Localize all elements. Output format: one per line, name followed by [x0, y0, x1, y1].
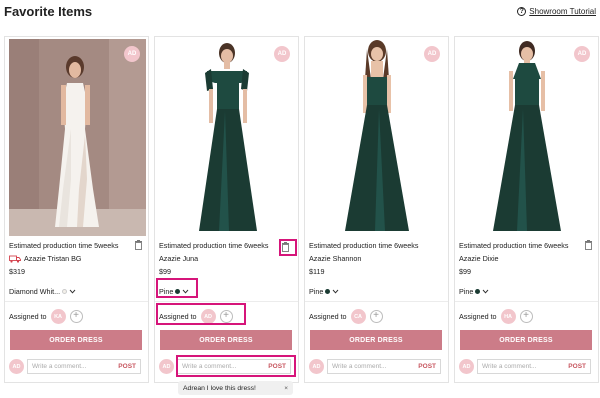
chevron-down-icon — [333, 289, 339, 294]
product-image[interactable]: AD — [459, 39, 596, 236]
ad-badge-icon: AD — [574, 46, 590, 62]
product-price: $119 — [309, 267, 325, 276]
ad-badge-icon: AD — [124, 46, 140, 62]
commenter-avatar: AD — [159, 359, 174, 374]
comment-placeholder: Write a comment... — [482, 363, 537, 370]
color-selector[interactable]: Pine — [459, 287, 489, 296]
comment-input-highlight — [176, 355, 296, 377]
product-name-text: Azazie Shannon — [309, 254, 362, 263]
help-icon: ? — [517, 7, 527, 16]
product-image[interactable]: AD — [159, 39, 296, 236]
divider — [305, 301, 448, 302]
post-button[interactable]: POST — [118, 363, 136, 370]
order-dress-button[interactable]: ORDER DRESS — [460, 330, 592, 350]
color-label: Diamond Whit... — [9, 287, 61, 296]
order-dress-button[interactable]: ORDER DRESS — [10, 330, 142, 350]
divider — [155, 301, 298, 302]
post-button[interactable]: POST — [418, 363, 436, 370]
production-time: Estimated production time 6weeks — [159, 241, 269, 250]
comment-input[interactable]: Write a comment... POST — [327, 359, 441, 374]
tutorial-label: Showroom Tutorial — [529, 7, 596, 16]
comment-placeholder: Write a comment... — [32, 363, 87, 370]
product-image[interactable]: AD — [9, 39, 146, 236]
commenter-avatar: AD — [309, 359, 324, 374]
product-name: Azazie Dixie — [459, 254, 499, 263]
assignee-avatar[interactable]: KA — [50, 309, 66, 324]
product-image[interactable]: AD — [309, 39, 446, 236]
comment-chip-text: Adrean I love this dress! — [183, 384, 256, 392]
trash-highlight — [279, 239, 297, 256]
comment-row: AD Write a comment... POST — [309, 359, 441, 374]
comment-row: AD Write a comment... POST — [9, 359, 141, 374]
commenter-avatar: AD — [9, 359, 24, 374]
assigned-to-highlight — [156, 303, 246, 325]
chevron-down-icon — [483, 289, 489, 294]
assignee-avatar[interactable]: CA — [350, 309, 366, 324]
delivery-truck-icon — [9, 255, 21, 263]
product-price: $319 — [9, 267, 25, 276]
comment-placeholder: Write a comment... — [332, 363, 387, 370]
product-price: $99 — [159, 267, 171, 276]
divider — [5, 301, 148, 302]
assigned-to-label: Assigned to — [459, 312, 497, 321]
order-dress-button[interactable]: ORDER DRESS — [160, 330, 292, 350]
assigned-to-row: Assigned to CA + — [309, 309, 383, 324]
comment-row: AD Write a comment... POST — [459, 359, 591, 374]
product-name-text: Azazie Tristan BG — [24, 254, 82, 263]
production-time: Estimated production time 6weeks — [459, 241, 569, 250]
order-dress-button[interactable]: ORDER DRESS — [310, 330, 442, 350]
color-selector[interactable]: Pine — [309, 287, 339, 296]
product-name-text: Azazie Dixie — [459, 254, 499, 263]
divider — [455, 301, 598, 302]
color-swatch — [475, 289, 481, 294]
color-swatch — [325, 289, 331, 294]
favorite-item-card: AD Estimated production time 6weeks Azaz… — [154, 36, 299, 383]
product-name: Azazie Shannon — [309, 254, 361, 263]
page-title: Favorite Items — [4, 4, 93, 19]
add-assignee-button[interactable]: + — [519, 310, 533, 323]
color-swatch — [62, 289, 68, 294]
showroom-tutorial-link[interactable]: ? Showroom Tutorial — [517, 7, 596, 16]
favorite-item-card: AD Estimated production time 6weeks Azaz… — [304, 36, 449, 383]
post-button[interactable]: POST — [568, 363, 586, 370]
add-assignee-button[interactable]: + — [369, 310, 383, 323]
production-time: Estimated production time 5weeks — [9, 241, 119, 250]
assigned-to-row: Assigned to KA + — [9, 309, 83, 324]
commenter-avatar: AD — [459, 359, 474, 374]
product-name: Azazie Tristan BG — [9, 254, 82, 263]
color-label: Pine — [309, 287, 324, 296]
product-name-text: Azazie Juna — [159, 254, 199, 263]
assignee-avatar[interactable]: HA — [500, 309, 516, 324]
favorite-item-card: AD Estimated production time 6weeks Azaz… — [454, 36, 599, 383]
chevron-down-icon — [69, 289, 76, 294]
product-price: $99 — [459, 267, 471, 276]
comment-input[interactable]: Write a comment... POST — [477, 359, 591, 374]
production-time: Estimated production time 6weeks — [309, 241, 419, 250]
close-icon[interactable]: × — [284, 385, 288, 392]
assigned-to-label: Assigned to — [309, 312, 347, 321]
add-assignee-button[interactable]: + — [69, 310, 83, 323]
product-name: Azazie Juna — [159, 254, 198, 263]
assigned-to-row: Assigned to HA + — [459, 309, 533, 324]
assigned-to-label: Assigned to — [9, 312, 47, 321]
comment-input[interactable]: Write a comment... POST — [27, 359, 141, 374]
comment-chip[interactable]: Adrean I love this dress! × — [178, 381, 293, 395]
color-label: Pine — [459, 287, 474, 296]
color-selector[interactable]: Diamond Whit... — [9, 287, 76, 296]
ad-badge-icon: AD — [424, 46, 440, 62]
trash-icon[interactable] — [134, 240, 143, 250]
color-selector-highlight — [156, 278, 198, 298]
ad-badge-icon: AD — [274, 46, 290, 62]
favorite-item-card: AD Estimated production time 5weeks Azaz… — [4, 36, 149, 383]
trash-icon[interactable] — [584, 240, 593, 250]
